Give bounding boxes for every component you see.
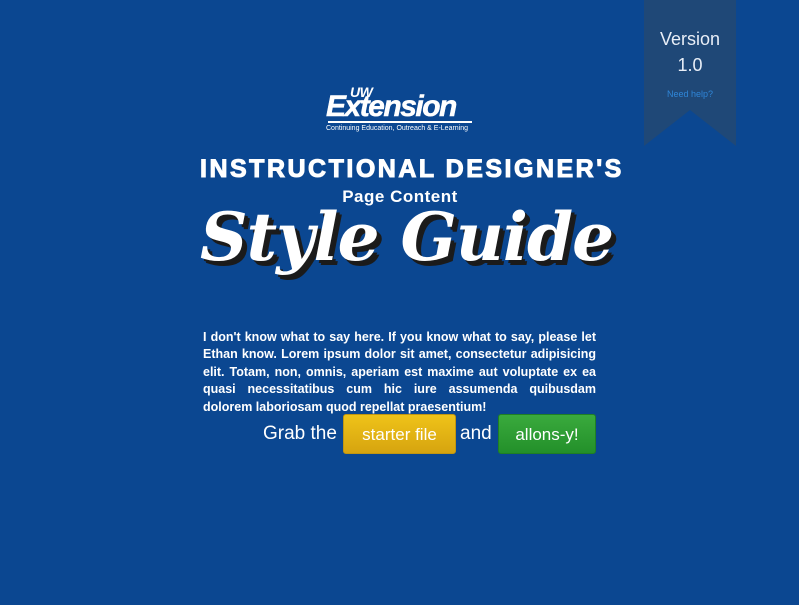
need-help-link[interactable]: Need help? <box>644 89 736 99</box>
version-ribbon: Version 1.0 Need help? <box>644 0 736 147</box>
cta-grab-text: Grab the <box>263 423 337 444</box>
logo-extension-text: Extension <box>326 90 458 124</box>
allons-y-button[interactable]: allons-y! <box>498 414 596 454</box>
cta-and-text: and <box>460 423 492 444</box>
cta-row: Grab the starter file and allons-y! <box>200 413 600 455</box>
intro-paragraph: I don't know what to say here. If you kn… <box>203 329 596 414</box>
starter-file-button[interactable]: starter file <box>343 414 456 454</box>
version-number: 1.0 <box>677 55 703 75</box>
uw-extension-logo: UW Extension Continuing Education, Outre… <box>324 84 476 136</box>
logo-underline <box>328 121 472 123</box>
version-label: Version <box>659 29 721 49</box>
logo-tagline: Continuing Education, Outreach & E-Learn… <box>326 125 469 132</box>
page-title: INSTRUCTIONAL DESIGNER'S <box>200 155 624 184</box>
page: Version 1.0 Need help? UW Extension Cont… <box>0 0 799 605</box>
style-guide-script-title: Style Guide <box>200 198 614 276</box>
